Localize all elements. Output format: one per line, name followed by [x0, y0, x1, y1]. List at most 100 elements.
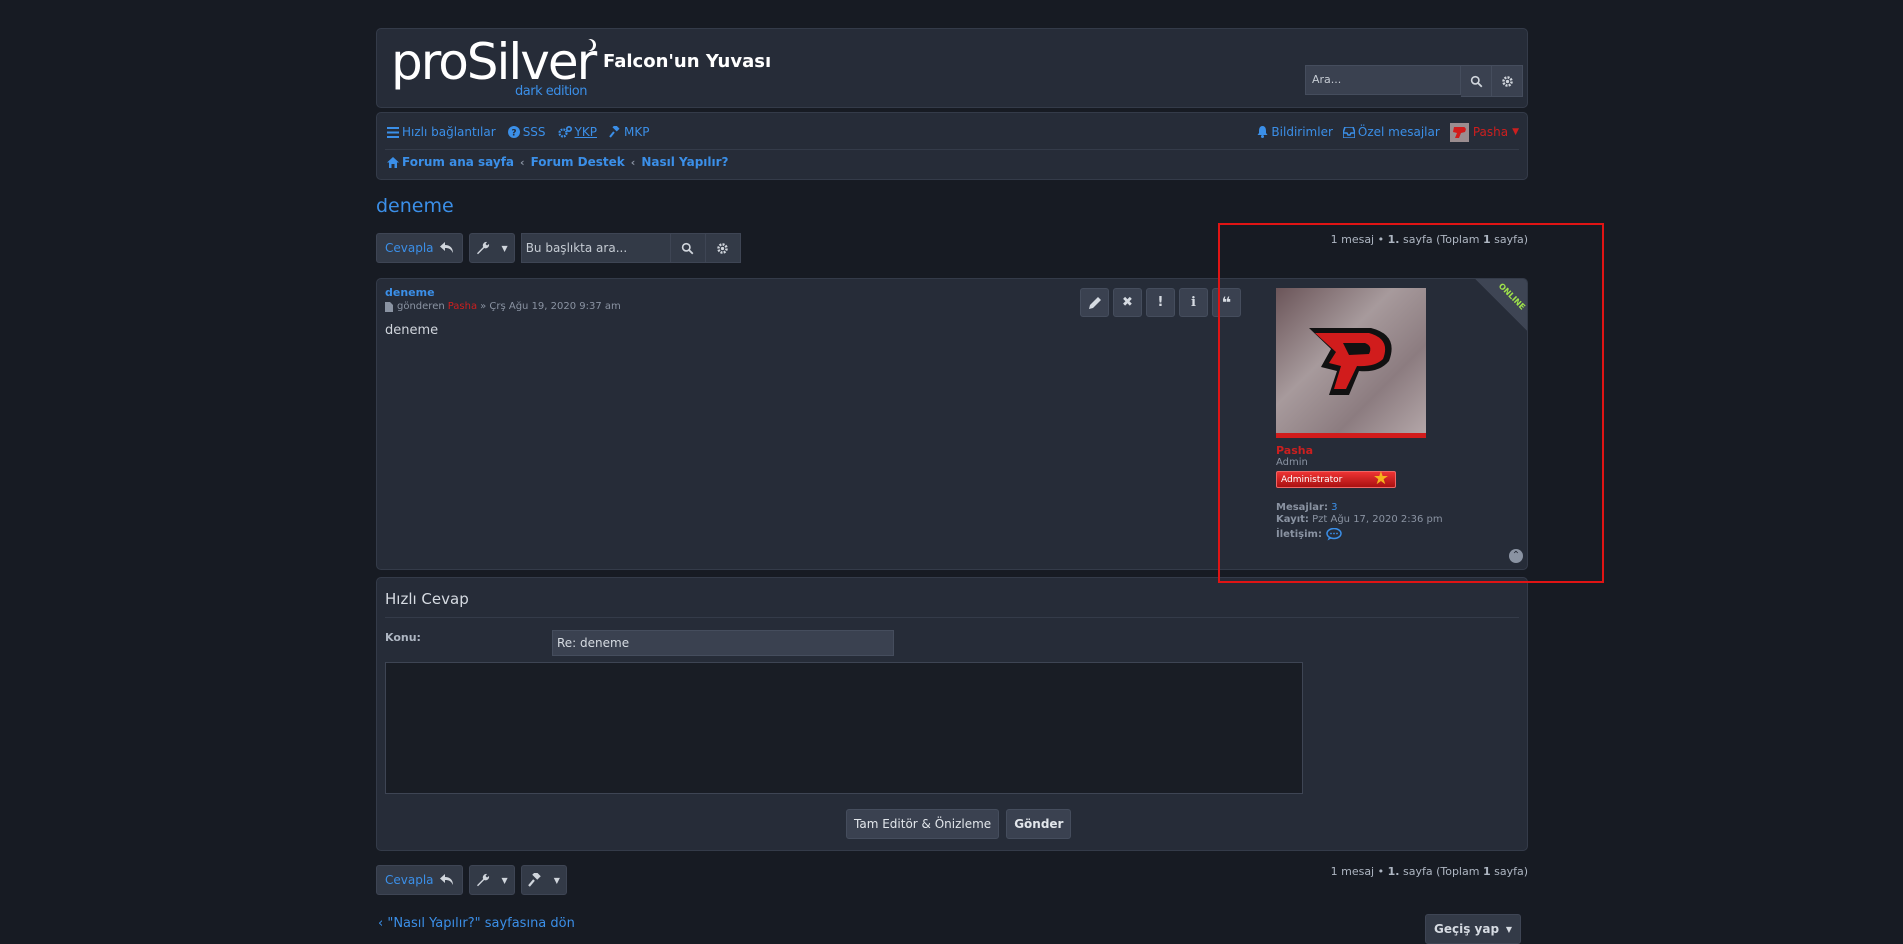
- topic-tools-button[interactable]: ▼: [468, 233, 515, 263]
- pagination-bottom: 1 mesaj • 1. sayfa (Toplam 1 sayfa): [1331, 865, 1528, 879]
- site-search-button[interactable]: [1461, 65, 1492, 97]
- post-meta: gönderen Pasha » Çrş Ağu 19, 2020 9:37 a…: [385, 301, 621, 312]
- total-open: (Toplam: [1436, 865, 1480, 878]
- quick-reply-buttons: Tam Editör & Önizleme Gönder: [846, 809, 1078, 839]
- back-to-forum-label: "Nasıl Yapılır?" sayfasına dön: [387, 916, 575, 931]
- reply-button-bottom[interactable]: Cevapla: [376, 865, 463, 895]
- exclamation-icon: !: [1157, 295, 1164, 310]
- quick-reply-divider: [385, 617, 1519, 618]
- question-icon: ?: [507, 126, 520, 139]
- action-bar-top: Cevapla ▼ Bu başlıkta ara...: [376, 233, 741, 263]
- nav-divider: [385, 149, 1519, 150]
- breadcrumb-home[interactable]: Forum ana sayfa: [387, 155, 514, 169]
- caret-down-icon: ▼: [1505, 924, 1512, 934]
- reply-icon: [439, 242, 453, 253]
- topic-title[interactable]: deneme: [376, 195, 454, 217]
- delete-button[interactable]: ✖: [1113, 288, 1142, 317]
- site-search: Ara...: [1305, 65, 1523, 97]
- pencil-icon: [1088, 296, 1101, 309]
- inbox-icon: [1342, 126, 1355, 138]
- total-pages: 1: [1482, 865, 1491, 878]
- home-icon: [387, 156, 399, 168]
- chevron-down-icon: ▼: [1512, 127, 1519, 137]
- quick-reply-panel: Hızlı Cevap Konu: Re: deneme Tam Editör …: [376, 577, 1528, 851]
- mkp-label: MKP: [623, 125, 650, 139]
- site-search-input[interactable]: Ara...: [1305, 65, 1461, 95]
- chevron-left-icon: ‹: [378, 916, 384, 931]
- topic-search-button[interactable]: [670, 233, 706, 263]
- site-header: proSilver dark edition Falcon'un Yuvası …: [376, 28, 1528, 108]
- user-menu[interactable]: Pasha ▼: [1449, 122, 1519, 142]
- gear-icon: [717, 242, 728, 254]
- reply-icon: [439, 874, 453, 885]
- faq-link[interactable]: ? SSS: [507, 125, 546, 139]
- reply-label: Cevapla: [385, 241, 434, 255]
- private-messages-link[interactable]: Özel mesajlar: [1342, 125, 1440, 139]
- current-page: 1.: [1387, 865, 1400, 878]
- logo-text: proSilver: [391, 33, 597, 91]
- quick-links-label: Hızlı bağlantılar: [402, 125, 496, 139]
- topic-tools-button-bottom[interactable]: ▼: [468, 865, 515, 895]
- site-logo[interactable]: proSilver dark edition: [391, 33, 597, 101]
- mkp-link[interactable]: MKP: [609, 125, 649, 139]
- nav-user-area: Bildirimler Özel mesajlar Pasha ▼: [1247, 122, 1519, 142]
- message-textarea[interactable]: [385, 662, 1303, 794]
- submit-button[interactable]: Gönder: [1006, 809, 1072, 839]
- moderator-tools-button[interactable]: ▼: [520, 865, 567, 895]
- file-icon: [385, 301, 393, 312]
- post-date: » Çrş Ağu 19, 2020 9:37 am: [480, 301, 621, 312]
- bell-icon: [1257, 126, 1268, 138]
- moon-icon: [581, 39, 593, 51]
- svg-text:?: ?: [511, 129, 516, 139]
- action-bar-bottom: Cevapla ▼ ▼: [376, 865, 567, 895]
- gear-icon: [1501, 75, 1513, 87]
- post-author[interactable]: Pasha: [448, 301, 477, 312]
- notifications-link[interactable]: Bildirimler: [1257, 125, 1333, 139]
- notifications-label: Bildirimler: [1271, 125, 1333, 139]
- post-by-label: gönderen: [397, 301, 445, 312]
- advanced-search-button[interactable]: [1492, 65, 1523, 97]
- quick-links-menu[interactable]: Hızlı bağlantılar: [387, 125, 496, 139]
- breadcrumb-forum-destek[interactable]: Forum Destek: [531, 155, 625, 169]
- logo-subtitle: dark edition: [515, 84, 588, 99]
- post-content: deneme: [385, 323, 439, 338]
- topic-search-input[interactable]: Bu başlıkta ara...: [520, 233, 671, 263]
- subject-input[interactable]: Re: deneme: [552, 630, 894, 656]
- topic-advanced-search-button[interactable]: [705, 233, 741, 263]
- gavel-icon: [609, 126, 620, 138]
- ykp-link[interactable]: YKP: [557, 125, 597, 139]
- private-messages-label: Özel mesajlar: [1357, 125, 1440, 139]
- total-close: sayfa): [1494, 865, 1528, 878]
- back-to-forum-link[interactable]: ‹ "Nasıl Yapılır?" sayfasına dön: [378, 916, 575, 931]
- faq-label: SSS: [522, 125, 546, 139]
- separator: •: [1377, 865, 1385, 878]
- post-title[interactable]: deneme: [385, 286, 435, 299]
- subject-label: Konu:: [385, 631, 421, 644]
- breadcrumb: Forum ana sayfa ‹ Forum Destek ‹ Nasıl Y…: [387, 155, 729, 169]
- quick-reply-title: Hızlı Cevap: [385, 590, 469, 608]
- close-icon: ✖: [1122, 295, 1133, 310]
- breadcrumb-home-label: Forum ana sayfa: [402, 155, 515, 169]
- cogs-icon: [557, 126, 572, 138]
- info-button[interactable]: i: [1179, 288, 1208, 317]
- caret-down-icon: ▼: [501, 243, 508, 253]
- topic-search: Bu başlıkta ara...: [520, 233, 741, 263]
- search-icon: [682, 242, 694, 254]
- highlight-box: [1218, 223, 1604, 583]
- page-word: sayfa: [1402, 865, 1433, 878]
- breadcrumb-nasil-yapilir[interactable]: Nasıl Yapılır?: [641, 155, 728, 169]
- wrench-icon: [476, 873, 489, 887]
- report-button[interactable]: !: [1146, 288, 1175, 317]
- wrench-icon: [476, 241, 489, 255]
- edit-button[interactable]: [1080, 288, 1109, 317]
- navbar: Hızlı bağlantılar ? SSS YKP MKP Bildirim…: [376, 112, 1528, 180]
- full-editor-button[interactable]: Tam Editör & Önizleme: [846, 809, 1000, 839]
- jump-to-dropdown[interactable]: Geçiş yap ▼: [1425, 914, 1521, 944]
- caret-down-icon: ▼: [501, 875, 508, 885]
- chevron-left-icon: ‹: [520, 155, 525, 169]
- reply-button[interactable]: Cevapla: [376, 233, 463, 263]
- nav-row: Hızlı bağlantılar ? SSS YKP MKP Bildirim…: [387, 122, 1519, 142]
- user-name: Pasha: [1472, 125, 1509, 139]
- post-count: 1 mesaj: [1330, 865, 1375, 878]
- menu-icon: [387, 126, 399, 138]
